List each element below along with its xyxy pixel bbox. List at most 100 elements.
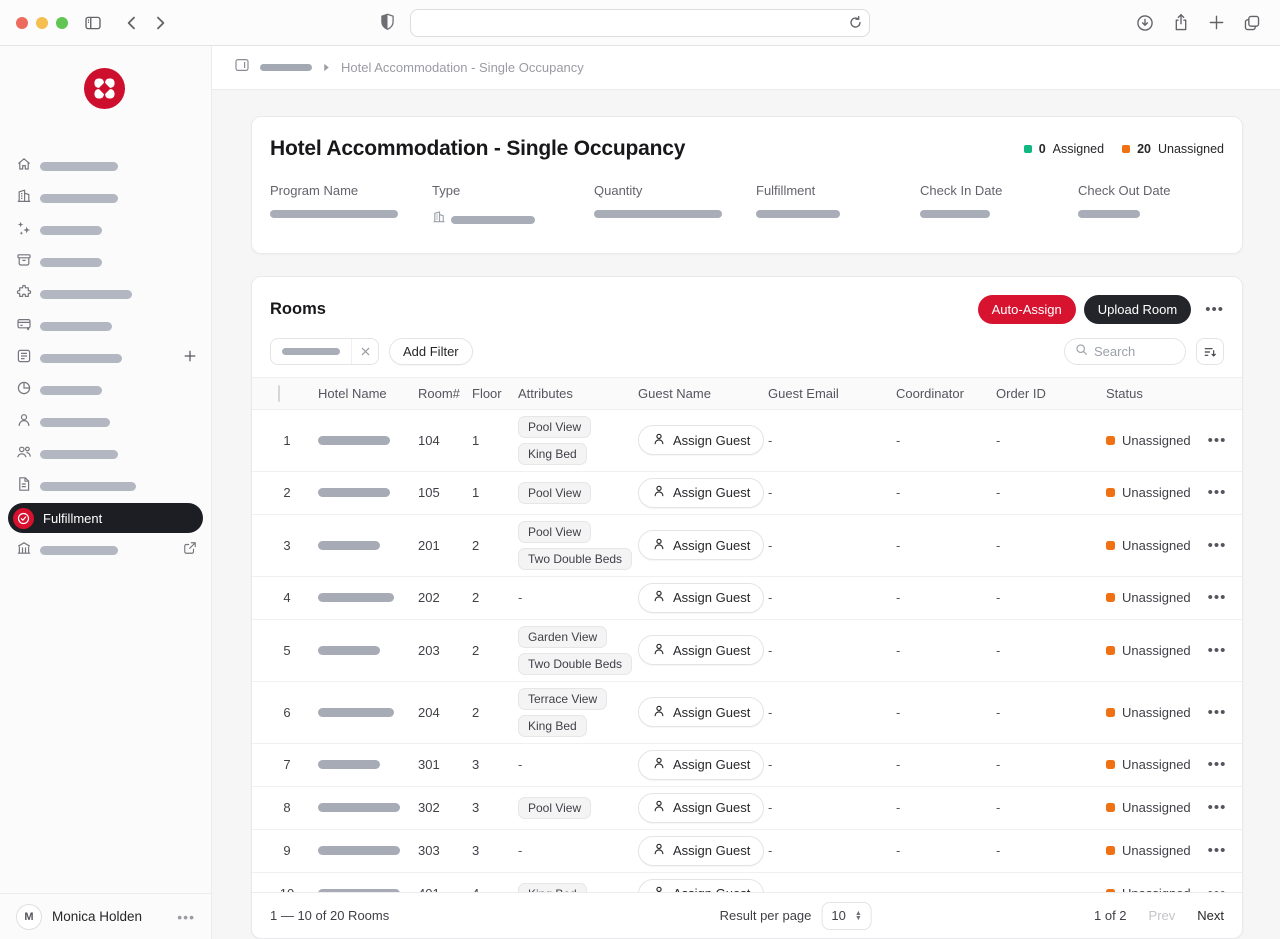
field-fulfillment: Fulfillment — [756, 183, 920, 229]
external-link-icon[interactable] — [183, 541, 197, 560]
add-item-button[interactable] — [183, 349, 197, 368]
auto-assign-button[interactable]: Auto-Assign — [978, 295, 1076, 324]
col-attributes[interactable]: Attributes — [518, 386, 638, 401]
col-order-id[interactable]: Order ID — [996, 386, 1106, 401]
nav-label-skeleton — [40, 482, 136, 491]
row-more-button[interactable]: ••• — [1206, 704, 1228, 721]
sidebar-item-inventory[interactable] — [0, 246, 211, 278]
assign-guest-button[interactable]: Assign Guest — [638, 697, 764, 727]
sidebar-item-label: Fulfillment — [43, 511, 102, 526]
pie-chart-icon — [16, 380, 32, 401]
search-input[interactable] — [1094, 344, 1174, 359]
guest-email: - — [768, 433, 896, 448]
rooms-more-button[interactable]: ••• — [1205, 301, 1224, 318]
result-per-page-label: Result per page — [720, 908, 812, 923]
page-size-select[interactable]: 10 ▲▼ — [821, 902, 871, 930]
row-more-button[interactable]: ••• — [1206, 537, 1228, 554]
assign-guest-button[interactable]: Assign Guest — [638, 836, 764, 866]
upload-room-button[interactable]: Upload Room — [1084, 295, 1192, 324]
breadcrumb-current: Hotel Accommodation - Single Occupancy — [341, 60, 584, 75]
close-window-button[interactable] — [16, 17, 28, 29]
row-more-button[interactable]: ••• — [1206, 589, 1228, 606]
app-logo — [84, 96, 125, 113]
row-more-button[interactable]: ••• — [1206, 432, 1228, 449]
detail-header-card: Hotel Accommodation - Single Occupancy 0… — [251, 116, 1243, 254]
reload-icon[interactable] — [848, 15, 863, 30]
assign-guest-button[interactable]: Assign Guest — [638, 583, 764, 613]
downloads-button[interactable] — [1136, 14, 1154, 32]
select-all-checkbox[interactable] — [278, 385, 280, 402]
back-button[interactable] — [123, 14, 141, 32]
assign-guest-button[interactable]: Assign Guest — [638, 478, 764, 508]
next-page-button[interactable]: Next — [1197, 908, 1224, 923]
field-value-skeleton — [920, 210, 990, 218]
zoom-window-button[interactable] — [56, 17, 68, 29]
col-guest-email[interactable]: Guest Email — [768, 386, 896, 401]
search-box[interactable] — [1064, 338, 1186, 365]
attributes-cell: - — [518, 757, 638, 772]
collapse-sidebar-icon[interactable] — [234, 57, 250, 78]
sort-button[interactable] — [1196, 338, 1224, 365]
active-filter-chip[interactable] — [270, 338, 379, 365]
person-icon — [652, 537, 666, 554]
row-more-button[interactable]: ••• — [1206, 484, 1228, 501]
credit-card-icon — [16, 316, 32, 337]
sidebar-item-orders[interactable] — [0, 342, 211, 374]
assign-guest-button[interactable]: Assign Guest — [638, 530, 764, 560]
sidebar-item-documents[interactable] — [0, 470, 211, 502]
col-room-number[interactable]: Room# — [418, 386, 472, 401]
sidebar-item-home[interactable] — [0, 150, 211, 182]
col-coordinator[interactable]: Coordinator — [896, 386, 996, 401]
sidebar-item-organization[interactable] — [0, 182, 211, 214]
assign-guest-button[interactable]: Assign Guest — [638, 879, 764, 892]
order-id: - — [996, 800, 1106, 815]
user-menu-button[interactable]: ••• — [177, 909, 195, 925]
col-status[interactable]: Status — [1106, 386, 1206, 401]
row-more-button[interactable]: ••• — [1206, 799, 1228, 816]
forward-button[interactable] — [151, 14, 169, 32]
row-more-button[interactable]: ••• — [1206, 642, 1228, 659]
attribute-tag: Two Double Beds — [518, 653, 632, 675]
sidebar-item-fulfillment[interactable]: Fulfillment — [8, 503, 203, 533]
attributes-cell: Pool ViewKing Bed — [518, 416, 638, 465]
new-tab-button[interactable] — [1208, 14, 1225, 31]
sidebar-user[interactable]: M Monica Holden ••• — [0, 893, 211, 939]
sidebar-item-profile[interactable] — [0, 406, 211, 438]
hotel-name-skeleton — [318, 646, 380, 655]
assign-guest-button[interactable]: Assign Guest — [638, 750, 764, 780]
sidebar-item-integrations[interactable] — [0, 278, 211, 310]
col-floor[interactable]: Floor — [472, 386, 518, 401]
row-more-button[interactable]: ••• — [1206, 756, 1228, 773]
attribute-tag: King Bed — [518, 443, 587, 465]
assign-guest-button[interactable]: Assign Guest — [638, 793, 764, 823]
col-guest-name[interactable]: Guest Name — [638, 386, 768, 401]
row-more-button[interactable]: ••• — [1206, 885, 1228, 892]
app-sidebar: Fulfillment M Monica Holden ••• — [0, 46, 212, 939]
sidebar-item-marketplace[interactable] — [0, 534, 211, 566]
breadcrumb-parent-skeleton[interactable] — [260, 64, 312, 71]
row-index: 1 — [266, 433, 318, 448]
assign-guest-button[interactable]: Assign Guest — [638, 635, 764, 665]
table-body: 11041Pool ViewKing BedAssign Guest---Una… — [252, 410, 1242, 892]
tab-overview-button[interactable] — [1243, 14, 1261, 32]
sidebar-item-reports[interactable] — [0, 374, 211, 406]
col-hotel-name[interactable]: Hotel Name — [318, 386, 418, 401]
privacy-shield-icon[interactable] — [379, 13, 396, 32]
sidebar-toggle-icon[interactable] — [84, 14, 102, 32]
nav-label-skeleton — [40, 354, 122, 363]
prev-page-button[interactable]: Prev — [1149, 908, 1176, 923]
status-dot — [1106, 488, 1115, 497]
add-filter-button[interactable]: Add Filter — [389, 338, 473, 365]
floor: 3 — [472, 843, 518, 858]
attributes-empty: - — [518, 590, 522, 605]
row-more-button[interactable]: ••• — [1206, 842, 1228, 859]
sidebar-item-payments[interactable] — [0, 310, 211, 342]
assign-guest-button[interactable]: Assign Guest — [638, 425, 764, 455]
share-button[interactable] — [1172, 13, 1190, 32]
remove-filter-icon[interactable] — [351, 338, 378, 365]
address-bar[interactable] — [410, 9, 870, 37]
minimize-window-button[interactable] — [36, 17, 48, 29]
hotel-name-skeleton — [318, 436, 390, 445]
sidebar-item-ai[interactable] — [0, 214, 211, 246]
sidebar-item-team[interactable] — [0, 438, 211, 470]
